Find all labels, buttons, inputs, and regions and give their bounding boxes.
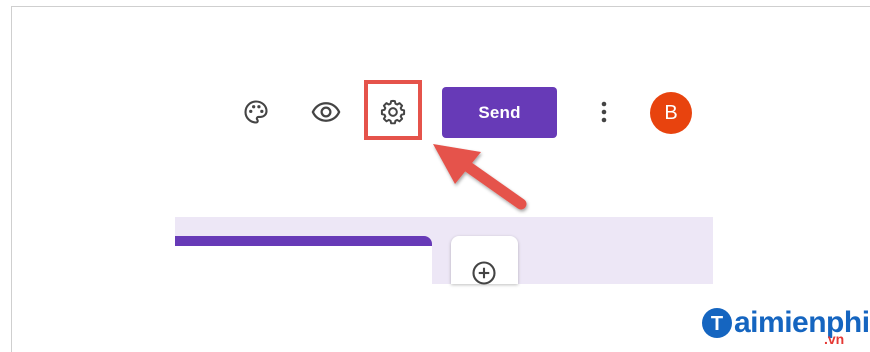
- svg-text:T: T: [711, 313, 723, 335]
- watermark-brand: aimienphi: [734, 306, 870, 339]
- callout-arrow: [433, 144, 527, 210]
- palette-icon: [244, 100, 268, 124]
- form-header-card[interactable]: [175, 236, 432, 284]
- more-vert-icon: [601, 101, 607, 123]
- watermark-suffix: .vn: [824, 331, 845, 347]
- watermark-logo-icon: T: [702, 308, 732, 338]
- add-circle-icon: [472, 261, 496, 285]
- more-options-button[interactable]: [584, 92, 624, 132]
- settings-highlight-box: [364, 80, 422, 140]
- preview-button[interactable]: [306, 92, 346, 132]
- add-question-button[interactable]: [464, 253, 504, 293]
- send-button[interactable]: Send: [442, 87, 557, 138]
- account-avatar[interactable]: B: [650, 92, 692, 134]
- eye-icon: [311, 102, 341, 122]
- customize-theme-button[interactable]: [236, 92, 276, 132]
